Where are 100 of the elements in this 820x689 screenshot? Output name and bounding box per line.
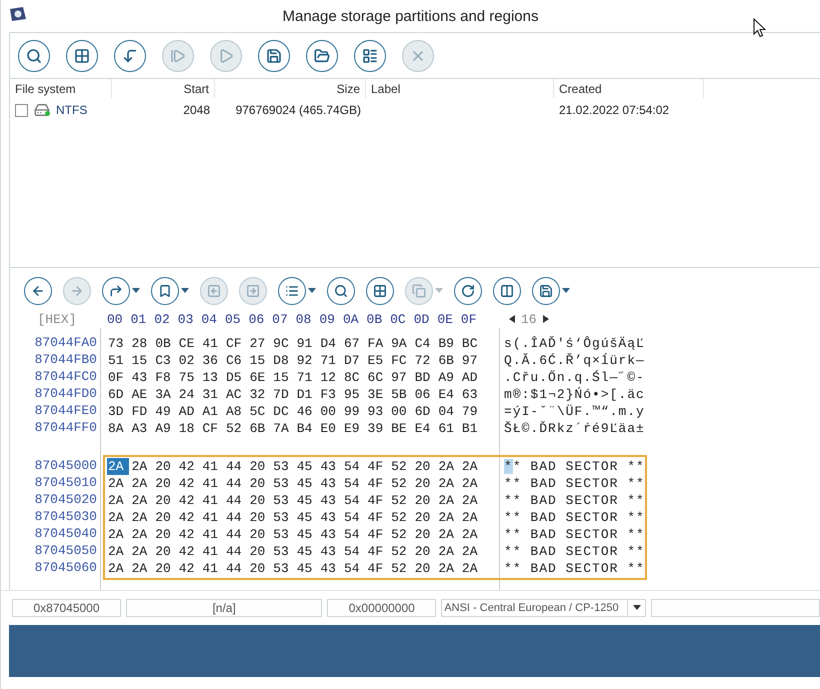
hex-byte[interactable]: 3E	[366, 386, 390, 403]
hex-byte[interactable]: 4F	[366, 509, 390, 526]
hex-byte[interactable]: 53	[272, 475, 296, 492]
hex-byte[interactable]: 2A	[107, 543, 131, 560]
hex-byte[interactable]: 44	[224, 492, 249, 509]
hex-byte[interactable]: 5C	[248, 403, 272, 420]
hex-byte[interactable]: 42	[178, 543, 202, 560]
hex-byte[interactable]: 2A	[107, 560, 131, 577]
toolbar-button[interactable]	[24, 277, 52, 305]
hex-byte[interactable]: 43	[319, 560, 343, 577]
hex-byte[interactable]: 31	[201, 386, 225, 403]
hex-byte[interactable]: 2A	[460, 458, 484, 475]
hex-byte[interactable]: 2A	[437, 560, 461, 577]
toolbar-button[interactable]	[532, 277, 560, 305]
hex-byte[interactable]: 44	[224, 475, 249, 492]
hex-byte[interactable]: 39	[366, 420, 390, 437]
hex-byte[interactable]: A8	[224, 403, 249, 420]
toolbar-button[interactable]	[278, 277, 306, 305]
hex-byte[interactable]: 2A	[437, 543, 461, 560]
hex-byte[interactable]: 42	[178, 560, 202, 577]
encoding-dropdown[interactable]: ANSI - Central European / CP-1250	[441, 599, 646, 617]
hex-byte[interactable]: 45	[296, 475, 320, 492]
hex-byte[interactable]: 2A	[130, 475, 154, 492]
hex-byte[interactable]: 2A	[437, 492, 461, 509]
hex-byte[interactable]: BE	[390, 420, 414, 437]
hex-byte[interactable]: 45	[296, 543, 320, 560]
toolbar-button[interactable]	[151, 277, 179, 305]
toolbar-button[interactable]	[306, 40, 338, 72]
hex-byte[interactable]: 44	[224, 509, 249, 526]
hex-byte[interactable]: CF	[224, 335, 249, 352]
hex-byte[interactable]: 2A	[130, 560, 154, 577]
hex-byte[interactable]: D7	[342, 352, 367, 369]
hex-byte[interactable]: 20	[248, 475, 272, 492]
hex-byte[interactable]: 20	[248, 560, 272, 577]
hex-byte[interactable]: 93	[366, 403, 390, 420]
hex-byte[interactable]: 44	[224, 458, 249, 475]
hex-byte[interactable]: 45	[296, 509, 320, 526]
hex-byte[interactable]: A9	[437, 369, 461, 386]
hex-byte[interactable]: 54	[342, 526, 367, 543]
hex-byte[interactable]: 20	[248, 458, 272, 475]
hex-byte[interactable]: 12	[319, 369, 343, 386]
hex-byte[interactable]: 06	[414, 386, 438, 403]
hex-byte[interactable]: A9	[154, 420, 178, 437]
hex-byte[interactable]: 20	[154, 543, 178, 560]
hex-byte[interactable]: 04	[437, 403, 461, 420]
hex-byte[interactable]: 52	[390, 543, 414, 560]
toolbar-button[interactable]	[327, 277, 355, 305]
hex-byte[interactable]: 2A	[460, 526, 484, 543]
hex-byte[interactable]: 73	[107, 335, 131, 352]
hex-byte[interactable]: D1	[296, 386, 320, 403]
hex-byte[interactable]: 41	[201, 335, 225, 352]
next-icon[interactable]	[542, 315, 549, 323]
hex-byte[interactable]: 54	[342, 560, 367, 577]
hex-byte[interactable]: 97	[390, 369, 414, 386]
hex-byte[interactable]: 41	[201, 560, 225, 577]
hex-byte[interactable]: 92	[296, 352, 320, 369]
hex-byte[interactable]: 4F	[366, 492, 390, 509]
hex-byte[interactable]: 43	[319, 458, 343, 475]
hex-byte[interactable]: 20	[414, 560, 438, 577]
hex-byte[interactable]: E4	[437, 386, 461, 403]
hex-byte[interactable]: 32	[248, 386, 272, 403]
hex-byte[interactable]: 28	[130, 335, 154, 352]
toolbar-button[interactable]	[258, 40, 290, 72]
hex-byte[interactable]: 53	[272, 560, 296, 577]
hex-byte[interactable]: 53	[272, 458, 296, 475]
hex-byte[interactable]: 41	[201, 526, 225, 543]
hex-byte[interactable]: 20	[414, 526, 438, 543]
toolbar-button[interactable]	[493, 277, 521, 305]
hex-byte[interactable]: 75	[178, 369, 202, 386]
hex-byte[interactable]: B4	[296, 420, 320, 437]
hex-byte[interactable]: 15	[248, 352, 272, 369]
hex-byte[interactable]: E4	[414, 420, 438, 437]
hex-byte[interactable]: 44	[224, 543, 249, 560]
hex-byte[interactable]: FA	[366, 335, 390, 352]
hex-byte[interactable]: 43	[319, 509, 343, 526]
hex-byte[interactable]: 44	[224, 526, 249, 543]
hex-byte[interactable]: 4F	[366, 475, 390, 492]
toolbar-button[interactable]	[366, 277, 394, 305]
hex-byte[interactable]: 20	[248, 543, 272, 560]
hex-byte[interactable]: 71	[296, 369, 320, 386]
dropdown-button[interactable]	[132, 288, 140, 294]
hex-byte[interactable]: 53	[272, 492, 296, 509]
hex-byte[interactable]: 45	[296, 492, 320, 509]
hex-byte[interactable]: 5B	[390, 386, 414, 403]
column-header[interactable]: Label	[366, 79, 554, 98]
row-checkbox[interactable]	[15, 104, 28, 116]
hex-byte[interactable]: B1	[460, 420, 484, 437]
hex-byte[interactable]: 52	[390, 509, 414, 526]
hex-byte[interactable]: 13	[201, 369, 225, 386]
toolbar-button[interactable]	[18, 40, 50, 72]
column-header[interactable]: Size	[215, 79, 366, 98]
hex-byte[interactable]: 15	[130, 352, 154, 369]
hex-byte[interactable]: FC	[390, 352, 414, 369]
hex-byte[interactable]: 2A	[437, 526, 461, 543]
hex-byte[interactable]: 00	[390, 403, 414, 420]
hex-byte[interactable]: 45	[296, 560, 320, 577]
column-header[interactable]: Start	[112, 79, 215, 98]
hex-byte[interactable]: AD	[178, 403, 202, 420]
hex-byte[interactable]: C4	[414, 335, 438, 352]
column-header[interactable]: File system	[10, 79, 112, 98]
